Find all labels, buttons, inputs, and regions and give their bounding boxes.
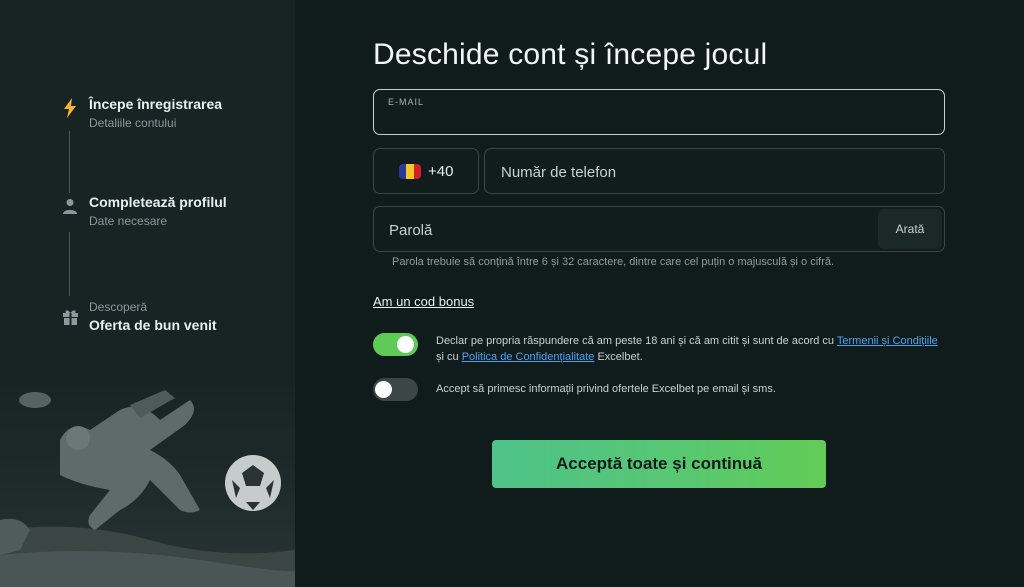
consent-text: și cu — [436, 351, 462, 363]
phone-prefix: +40 — [428, 162, 454, 180]
marketing-consent-text: Accept să primesc informații privind ofe… — [436, 383, 776, 395]
email-field[interactable]: E-MAIL — [373, 89, 945, 135]
step-connector — [69, 232, 70, 296]
step-title: Completează profilul — [89, 194, 227, 210]
terms-consent-text: Declar pe propria răspundere că am peste… — [436, 333, 948, 365]
step-pretitle: Descoperă — [89, 300, 148, 314]
step-connector — [69, 131, 70, 193]
privacy-policy-link[interactable]: Politica de Confidențialitate — [462, 351, 595, 363]
email-input[interactable] — [388, 110, 928, 130]
password-hint: Parola trebuie să conțină între 6 și 32 … — [392, 256, 835, 268]
step-title: Oferta de bun venit — [89, 317, 217, 333]
country-prefix-select[interactable]: +40 — [373, 148, 479, 194]
step-subtitle: Date necesare — [89, 214, 168, 228]
phone-input[interactable] — [501, 161, 921, 183]
romania-flag-icon — [399, 163, 421, 179]
bonus-code-link[interactable]: Am un cod bonus — [373, 294, 474, 309]
password-field[interactable]: Arată — [373, 206, 945, 252]
gift-icon — [60, 306, 80, 326]
consent-text: Declar pe propria răspundere că am peste… — [436, 335, 837, 347]
toggle-knob — [397, 336, 414, 353]
lightning-icon — [60, 98, 80, 118]
toggle-knob — [375, 381, 392, 398]
email-label: E-MAIL — [388, 97, 425, 107]
phone-field[interactable] — [484, 148, 945, 194]
marketing-consent-toggle[interactable] — [373, 378, 418, 401]
registration-steps-panel: Începe înregistrarea Detaliile contului … — [0, 0, 295, 587]
terms-link[interactable]: Termenii și Condițiile — [837, 335, 938, 347]
consent-text: Excelbet. — [594, 351, 643, 363]
page-title: Deschide cont și începe jocul — [373, 38, 768, 71]
football-player-illustration — [0, 380, 295, 587]
show-password-button[interactable]: Arată — [878, 209, 942, 249]
step-title: Începe înregistrarea — [89, 96, 223, 112]
accept-and-continue-button[interactable]: Acceptă toate și continuă — [492, 440, 826, 488]
step-subtitle: Detaliile contului — [89, 116, 177, 130]
terms-consent-toggle[interactable] — [373, 333, 418, 356]
user-icon — [60, 196, 80, 216]
password-input[interactable] — [389, 219, 859, 241]
